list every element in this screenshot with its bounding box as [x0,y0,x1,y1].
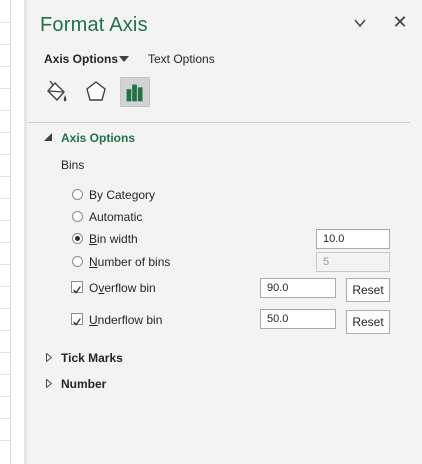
bin-width-input[interactable]: 10.0 [316,229,390,249]
number-of-bins-input[interactable]: 5 [316,252,390,272]
label-by-category[interactable]: By Category [89,188,155,202]
section-tick-marks[interactable]: Tick Marks [61,351,123,365]
pane-resize-handle[interactable] [24,0,27,464]
check-icon [73,286,81,294]
underflow-bin-checkbox[interactable] [71,313,83,326]
label-automatic[interactable]: Automatic [89,210,142,224]
check-icon [73,318,81,326]
underflow-reset-button[interactable]: Reset [346,310,390,334]
fill-line-icon[interactable] [42,77,70,107]
worksheet-grid-edge [0,0,25,464]
tab-axis-options[interactable]: Axis Options [44,52,118,66]
axis-options-tab-button[interactable] [120,77,150,107]
pane-scrollbar-track[interactable] [411,122,422,464]
format-axis-window: Format Axis ✕ Axis Options Text Options [0,0,422,464]
overflow-reset-button[interactable]: Reset [346,278,390,302]
axis-options-bar-chart-icon [126,84,143,102]
label-bin-width[interactable]: Bin width [89,232,138,246]
format-axis-pane: Format Axis ✕ Axis Options Text Options [28,0,422,464]
bins-heading: Bins [61,158,85,172]
label-underflow-bin[interactable]: Underflow bin [89,313,162,327]
caret-collapsed-icon[interactable] [46,379,52,388]
section-number[interactable]: Number [61,377,106,391]
section-axis-options[interactable]: Axis Options [61,131,135,145]
section-divider [28,122,410,123]
effects-pentagon-icon[interactable] [82,77,110,107]
close-icon[interactable]: ✕ [392,13,408,31]
radio-bin-width[interactable] [72,233,83,244]
axis-options-dropdown-icon[interactable] [119,56,129,63]
label-overflow-bin[interactable]: Overflow bin [89,281,156,295]
caret-collapsed-icon[interactable] [46,353,52,362]
chevron-down-icon[interactable] [354,18,366,28]
radio-number-of-bins[interactable] [72,256,83,267]
radio-automatic[interactable] [72,211,83,222]
overflow-bin-checkbox[interactable] [71,281,83,294]
caret-expanded-icon[interactable] [44,133,52,141]
underflow-bin-input[interactable]: 50.0 [260,309,336,329]
label-number-of-bins[interactable]: Number of bins [89,255,170,269]
overflow-bin-input[interactable]: 90.0 [260,278,336,298]
tab-text-options[interactable]: Text Options [148,52,215,66]
radio-by-category[interactable] [72,189,83,200]
pane-title: Format Axis [40,14,148,36]
